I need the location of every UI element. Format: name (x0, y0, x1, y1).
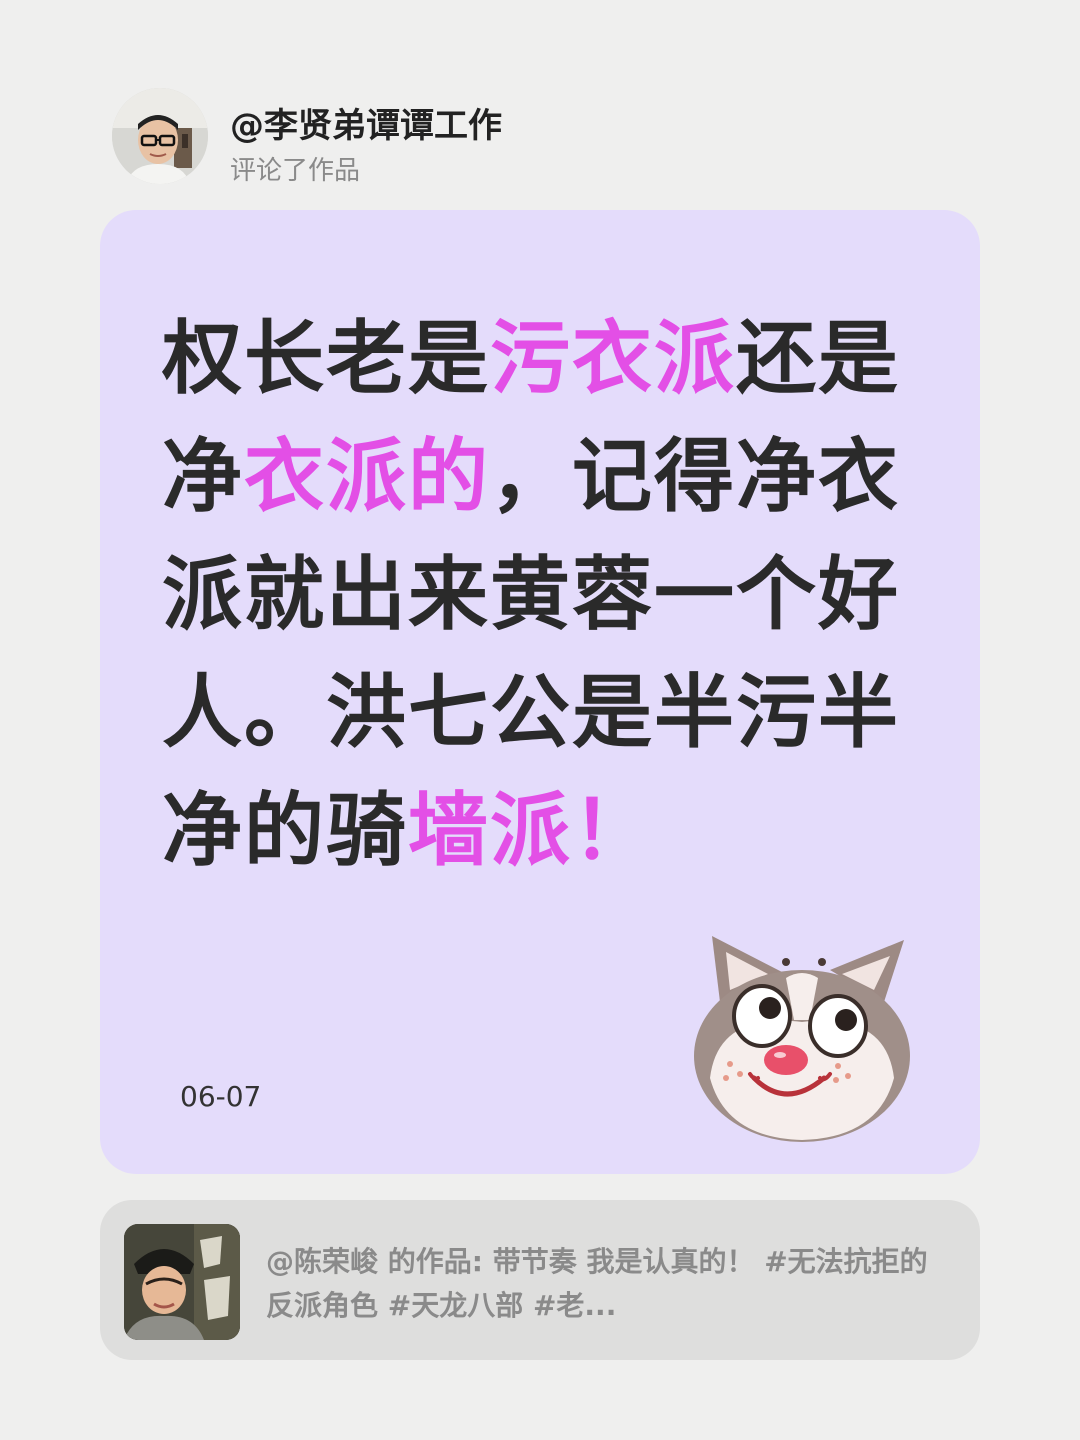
comment-text: 权长老是污衣派还是净衣派的，记得净衣派就出来黄蓉一个好人。洪七公是半污半净的骑墙… (162, 300, 922, 890)
husky-dog-sticker-icon (690, 928, 914, 1144)
comment-highlight-segment: ！ (572, 784, 654, 877)
avatar[interactable] (112, 88, 208, 184)
comment-date: 06-07 (180, 1080, 262, 1113)
comment-highlight-segment: 污衣派 (490, 312, 736, 405)
work-thumbnail[interactable] (124, 1224, 240, 1340)
avatar-image (112, 88, 208, 184)
work-card[interactable]: @陈荣峻 的作品: 带节奏 我是认真的！ #无法抗拒的反派角色 #天龙八部 #老… (100, 1200, 980, 1360)
comment-text-segment: 权长老是 (162, 312, 490, 405)
username[interactable]: @李贤弟谭谭工作 (230, 98, 502, 147)
page: @李贤弟谭谭工作 评论了作品 权长老是污衣派还是净衣派的，记得净衣派就出来黄蓉一… (0, 0, 1080, 1440)
action-text: 评论了作品 (230, 156, 361, 186)
work-description[interactable]: @陈荣峻 的作品: 带节奏 我是认真的！ #无法抗拒的反派角色 #天龙八部 #老… (266, 1240, 946, 1328)
comment-card: 权长老是污衣派还是净衣派的，记得净衣派就出来黄蓉一个好人。洪七公是半污半净的骑墙… (100, 210, 980, 1174)
comment-highlight-segment: 墙派 (408, 784, 572, 877)
work-thumbnail-image (124, 1224, 240, 1340)
comment-highlight-segment: 衣派的 (244, 430, 490, 523)
